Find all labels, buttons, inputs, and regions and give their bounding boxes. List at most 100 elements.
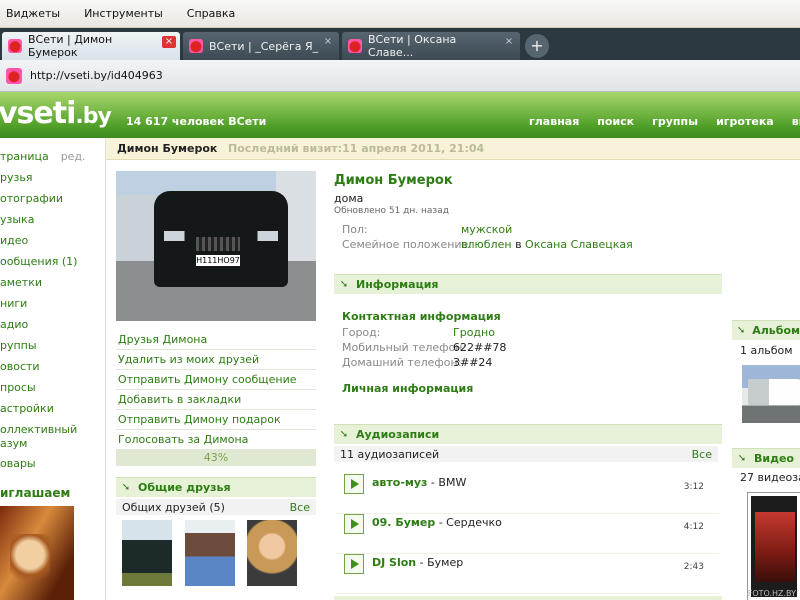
sidebar-item-questions[interactable]: просы xyxy=(0,381,36,394)
nav-exit[interactable]: вый xyxy=(792,115,800,128)
sidebar-edit-link[interactable]: ред. xyxy=(61,150,86,163)
nav-groups[interactable]: группы xyxy=(652,115,698,128)
home-phone-value-row: 3##24 xyxy=(453,356,492,369)
close-tab-icon[interactable]: × xyxy=(162,36,176,48)
action-friends[interactable]: Друзья Димона xyxy=(116,330,316,350)
collapse-arrow-icon[interactable]: ➘ xyxy=(736,453,748,465)
invite-banner-image[interactable] xyxy=(0,506,74,600)
profile-status: дома xyxy=(334,192,364,205)
family-value-row: влюблен в Оксана Славецкая xyxy=(461,238,633,251)
collapse-arrow-icon[interactable]: ➘ xyxy=(338,429,350,441)
tab-label: ВСети | Оксана Славе... xyxy=(368,33,457,59)
sidebar-item-notes[interactable]: аметки xyxy=(0,276,42,289)
track-title[interactable]: DJ Slon - Бумер xyxy=(372,556,463,569)
address-bar: http://vseti.by/id404963 xyxy=(0,60,800,92)
nav-games[interactable]: игротека xyxy=(716,115,774,128)
audio-track: 09. Бумер - Сердечко 4:12 xyxy=(336,514,718,554)
audio-header: ➘ Аудиозаписи xyxy=(334,424,722,444)
sidebar-item-settings[interactable]: астройки xyxy=(0,402,54,415)
ladybug-favicon-icon xyxy=(8,39,22,53)
url-field[interactable]: http://vseti.by/id404963 xyxy=(30,69,163,82)
site-header: vseti.by 14 617 человек ВСети главная по… xyxy=(0,92,800,138)
action-vote[interactable]: Голосовать за Димона xyxy=(116,430,316,450)
collapse-arrow-icon[interactable]: ➘ xyxy=(120,482,132,494)
logo-tld: .by xyxy=(75,104,111,129)
close-tab-icon[interactable]: × xyxy=(502,36,516,48)
album-thumbnail[interactable] xyxy=(742,365,800,423)
common-friend-photo[interactable] xyxy=(122,520,172,586)
family-partner-link[interactable]: Оксана Славецкая xyxy=(525,238,633,251)
audio-footer xyxy=(334,596,722,600)
track-song: BMW xyxy=(438,476,467,489)
track-artist: 09. Бумер xyxy=(372,516,436,529)
profile-name: Димон Бумерок xyxy=(334,173,453,188)
albums-header: ➘ Альбом xyxy=(732,320,800,340)
track-artist: авто-муз xyxy=(372,476,428,489)
play-icon[interactable] xyxy=(344,554,364,574)
tab-label: ВСети | Димон Бумерок xyxy=(28,33,113,59)
audio-track: DJ Slon - Бумер 2:43 xyxy=(336,554,718,594)
track-title[interactable]: авто-муз - BMW xyxy=(372,476,466,489)
sidebar-item-messages[interactable]: ообщения (1) xyxy=(0,255,77,268)
mobile-label: Мобильный телефон: xyxy=(342,341,467,354)
track-title[interactable]: 09. Бумер - Сердечко xyxy=(372,516,502,529)
browser-menubar: Виджеты Инструменты Справка xyxy=(0,0,800,28)
sidebar-item-collective-mind[interactable]: оллективный азум xyxy=(0,423,77,451)
close-tab-icon[interactable]: × xyxy=(321,36,335,48)
sidebar-item-friends[interactable]: рузья xyxy=(0,171,32,184)
video-thumbnail[interactable] xyxy=(748,493,800,600)
ladybug-favicon-icon xyxy=(6,67,22,84)
vote-rating-value: 43% xyxy=(203,451,229,464)
menu-widgets[interactable]: Виджеты xyxy=(6,7,60,20)
new-tab-icon[interactable]: + xyxy=(525,34,549,58)
collapse-arrow-icon[interactable]: ➘ xyxy=(338,279,350,291)
city-row: Город: xyxy=(342,326,380,339)
play-icon[interactable] xyxy=(344,474,364,494)
menu-help[interactable]: Справка xyxy=(187,7,235,20)
profile-avatar[interactable]: Н111НО97 xyxy=(116,171,316,321)
tab-serega[interactable]: ВСети | _Серёга Я_ × xyxy=(183,32,339,60)
tab-oksana[interactable]: ВСети | Оксана Славе... × xyxy=(342,32,520,60)
sidebar-item-news[interactable]: овости xyxy=(0,360,40,373)
top-nav: главная поиск группы игротека вый xyxy=(529,115,800,128)
sidebar-item-page[interactable]: траница ред. xyxy=(0,150,86,163)
sidebar-item-photos[interactable]: отографии xyxy=(0,192,63,205)
nav-search[interactable]: поиск xyxy=(597,115,634,128)
menu-tools[interactable]: Инструменты xyxy=(84,7,163,20)
sidebar-item-music[interactable]: узыка xyxy=(0,213,34,226)
common-friend-photo[interactable] xyxy=(185,520,235,586)
sidebar-item-label: оллективный xyxy=(0,423,78,436)
tab-dimon[interactable]: ВСети | Димон Бумерок × xyxy=(2,32,180,60)
audio-subheader: 11 аудиозаписей Все xyxy=(334,446,718,462)
avatar-car-grille xyxy=(196,237,240,251)
browser-tabbar: ВСети | Димон Бумерок × ВСети | _Серёга … xyxy=(0,28,800,60)
action-remove-friend[interactable]: Удалить из моих друзей xyxy=(116,350,316,370)
sidebar-item-goods[interactable]: овары xyxy=(0,457,36,470)
audio-all-link[interactable]: Все xyxy=(692,448,712,461)
collapse-arrow-icon[interactable]: ➘ xyxy=(736,325,746,337)
common-friend-photo[interactable] xyxy=(247,520,297,586)
action-bookmark[interactable]: Добавить в закладки xyxy=(116,390,316,410)
action-send-gift[interactable]: Отправить Димону подарок xyxy=(116,410,316,430)
action-send-message[interactable]: Отправить Димону сообщение xyxy=(116,370,316,390)
city-value[interactable]: Гродно xyxy=(453,326,495,339)
track-duration: 4:12 xyxy=(683,522,704,532)
sidebar-item-books[interactable]: ниги xyxy=(0,297,27,310)
sidebar-item-video[interactable]: идео xyxy=(0,234,28,247)
sidebar-item-radio[interactable]: адио xyxy=(0,318,28,331)
track-duration: 3:12 xyxy=(683,482,704,492)
video-title: Видео xyxy=(754,452,794,465)
home-phone-label: Домашний телефон: xyxy=(342,356,462,369)
home-phone-value: 3##24 xyxy=(453,356,493,369)
sidebar-item-label: траница xyxy=(0,150,49,163)
contact-info-title: Контактная информация xyxy=(342,310,501,323)
common-friends-all-link[interactable]: Все xyxy=(290,501,310,514)
family-value[interactable]: влюблен xyxy=(461,238,512,251)
play-icon[interactable] xyxy=(344,514,364,534)
ladybug-favicon-icon xyxy=(348,39,362,53)
gender-value[interactable]: мужской xyxy=(461,223,512,236)
mobile-value: 622##78 xyxy=(453,341,507,354)
sidebar-item-groups[interactable]: руппы xyxy=(0,339,37,352)
site-logo[interactable]: vseti.by xyxy=(0,96,112,131)
nav-home[interactable]: главная xyxy=(529,115,579,128)
